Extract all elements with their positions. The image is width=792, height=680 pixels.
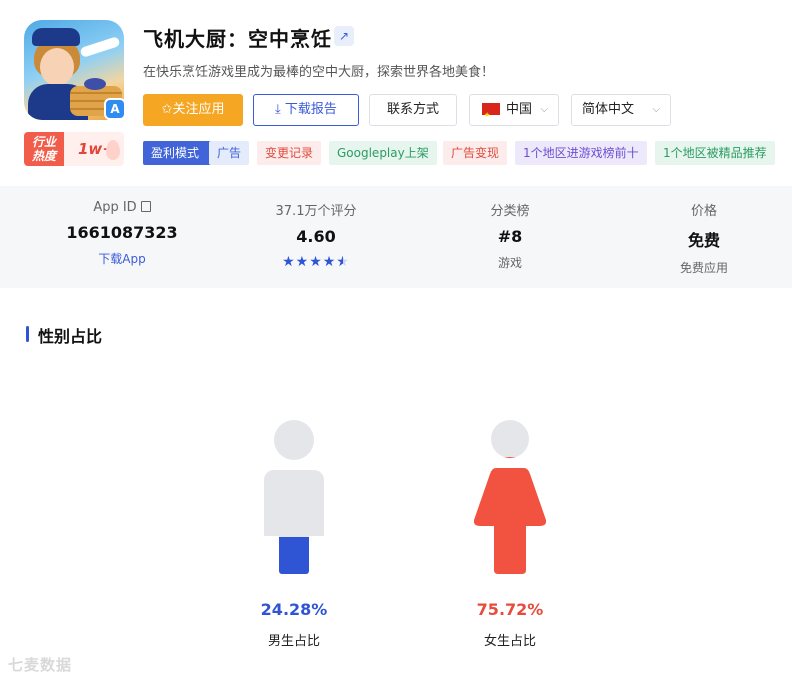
stat-rating: 37.1万个评分 4.60 ★★★★★ xyxy=(216,186,416,270)
stat-price: 价格 免费 免费应用 xyxy=(604,186,792,276)
copy-icon[interactable] xyxy=(140,201,151,212)
stat-sub: 免费应用 xyxy=(679,261,728,275)
stat-value: 4.60 xyxy=(296,227,336,246)
gender-ratio-section: 性别占比 xyxy=(4,304,792,680)
male-figure-head xyxy=(274,420,314,460)
tag-featured-regions[interactable]: 1个地区被精品推荐 xyxy=(655,141,775,165)
app-stats-bar: App ID 1661087323 下载App 37.1万个评分 4.60 ★★… xyxy=(0,186,792,288)
tag-ad-monetization[interactable]: 广告变现 xyxy=(443,141,508,165)
china-flag-icon xyxy=(482,100,500,130)
female-dress-shape xyxy=(474,468,546,574)
stat-label: 37.1万个评分 xyxy=(275,204,357,219)
contact-button[interactable]: 联系方式 xyxy=(369,94,457,126)
country-select-value: 中国 xyxy=(506,102,533,117)
download-report-button[interactable]: ⤓ 下载报告 xyxy=(253,94,359,126)
chevron-down-icon: ⌵ xyxy=(652,104,660,115)
follow-app-button[interactable]: ✩关注应用 xyxy=(143,94,243,126)
stat-value: 1661087323 xyxy=(66,223,178,242)
tag-top10-regions[interactable]: 1个地区进游戏榜前十 xyxy=(515,141,647,165)
tag-monetization-model: 盈利模式 xyxy=(143,141,214,165)
female-head-fill xyxy=(491,457,529,458)
male-figure-body xyxy=(264,470,324,536)
star-half-icon: ★ xyxy=(336,254,350,270)
male-ratio-fill xyxy=(279,537,309,574)
flame-icon xyxy=(106,140,120,160)
stat-label: 价格 xyxy=(690,204,717,219)
watermark-logo: 七麦数据 xyxy=(8,656,73,674)
stat-label: 分类榜 xyxy=(490,204,530,219)
heat-label-line1: 行业 xyxy=(31,135,56,149)
tag-ad[interactable]: 广告 xyxy=(209,141,250,165)
female-percentage: 75.72% xyxy=(476,600,544,619)
app-icon-plane xyxy=(79,36,121,58)
app-icon-hat xyxy=(32,28,80,46)
external-link-icon[interactable]: ↗ xyxy=(334,26,354,46)
stat-sub: 游戏 xyxy=(497,256,522,270)
rating-stars: ★★★★★ xyxy=(216,254,416,270)
stat-value: 免费 xyxy=(687,231,720,250)
section-title: 性别占比 xyxy=(38,327,103,346)
stat-label-text: App ID xyxy=(93,200,137,215)
tag-change-log[interactable]: 变更记录 xyxy=(257,141,322,165)
stat-label: App ID xyxy=(22,200,222,215)
stat-category-rank: 分类榜 #8 游戏 xyxy=(410,186,610,271)
download-app-link[interactable]: 下载App xyxy=(22,250,222,267)
industry-heat-badge: 行业 热度 1w+ xyxy=(24,132,124,166)
male-ratio-label: 男生占比 xyxy=(267,634,320,649)
app-icon-berries xyxy=(84,78,106,90)
country-select[interactable]: 中国 ⌵ xyxy=(469,94,559,130)
app-subtitle: 在快乐烹饪游戏里成为最棒的空中大厨，探索世界各地美食！ xyxy=(143,65,495,80)
app-store-icon: A xyxy=(104,98,126,120)
male-figure-legs xyxy=(279,536,309,574)
section-accent-bar xyxy=(26,326,29,342)
language-select-value: 简体中文 xyxy=(582,102,635,117)
star-icons-full: ★★★★ xyxy=(282,254,337,270)
stat-value: #8 xyxy=(497,227,523,246)
chevron-down-icon: ⌵ xyxy=(540,104,548,115)
app-title: 飞机大厨：空中烹饪 xyxy=(143,27,332,51)
heat-label: 行业 热度 xyxy=(24,132,64,166)
tag-googleplay[interactable]: Googleplay上架 xyxy=(329,141,437,165)
stat-app-id: App ID 1661087323 下载App xyxy=(22,186,222,267)
male-percentage: 24.28% xyxy=(260,600,328,619)
heat-label-line2: 热度 xyxy=(31,149,56,163)
language-select[interactable]: 简体中文 ⌵ xyxy=(571,94,671,126)
app-header: A 行业 热度 1w+ 飞机大厨：空中烹饪 ↗ 在快乐烹饪游戏里成为最棒的空中大… xyxy=(0,0,792,186)
female-figure-head xyxy=(491,420,529,458)
female-figure-body xyxy=(474,468,546,574)
female-figure-svg xyxy=(474,468,546,574)
female-ratio-label: 女生占比 xyxy=(483,634,536,649)
app-icon-face xyxy=(40,48,74,86)
